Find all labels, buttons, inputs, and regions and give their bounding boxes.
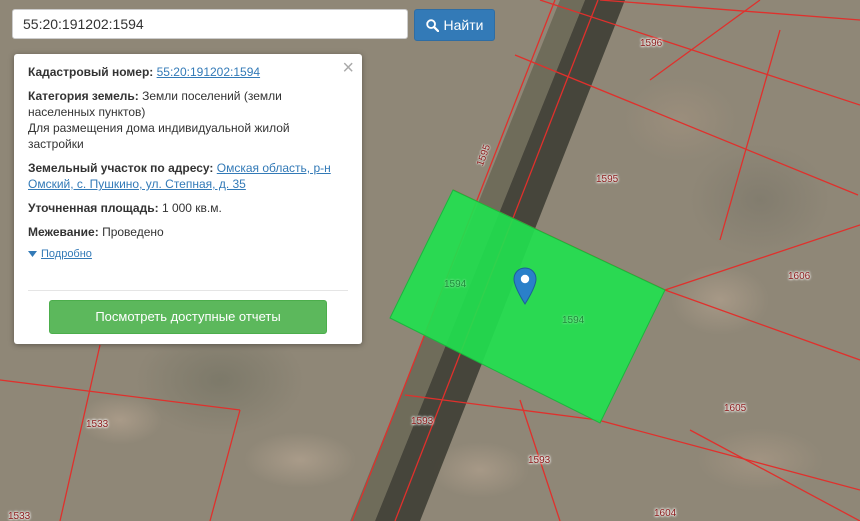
search-button-label: Найти [443, 17, 484, 33]
parcel-label: 1593 [528, 455, 551, 466]
popup-divider [28, 290, 348, 291]
cadastral-row: Кадастровый номер: 55:20:191202:1594 [28, 64, 348, 80]
more-details-toggle[interactable]: Подробно [28, 246, 348, 262]
parcel-label: 1595 [596, 174, 619, 185]
map-view[interactable]: 1596 1595 1595 1594 1594 1606 1605 1593 … [0, 0, 860, 521]
more-details-label: Подробно [41, 248, 92, 260]
area-value: 1 000 кв.м. [161, 201, 222, 215]
parcel-label: 1596 [640, 38, 663, 49]
parcel-label: 1606 [788, 271, 811, 282]
address-label: Земельный участок по адресу: [28, 161, 214, 175]
search-icon [425, 18, 439, 32]
map-marker-icon[interactable] [513, 267, 537, 305]
survey-row: Межевание: Проведено [28, 224, 348, 240]
caret-down-icon [28, 251, 37, 257]
parcel-label: 1593 [411, 416, 434, 427]
parcel-label: 1594 [562, 315, 585, 326]
address-row: Земельный участок по адресу: Омская обла… [28, 160, 348, 192]
parcel-label: 1605 [724, 403, 747, 414]
parcel-label: 1533 [86, 419, 109, 430]
search-button[interactable]: Найти [414, 9, 495, 41]
area-row: Уточненная площадь: 1 000 кв.м. [28, 200, 348, 216]
cadastral-link[interactable]: 55:20:191202:1594 [157, 65, 260, 79]
parcel-label: 1533 [8, 511, 31, 521]
parcel-label: 1594 [444, 279, 467, 290]
area-label: Уточненная площадь: [28, 201, 159, 215]
parcel-info-popup: × Кадастровый номер: 55:20:191202:1594 К… [14, 54, 362, 344]
cadastral-label: Кадастровый номер: [28, 65, 154, 79]
survey-value: Проведено [102, 225, 164, 239]
purpose-value: Для размещения дома индивидуальной жилой… [28, 121, 290, 151]
category-label: Категория земель: [28, 89, 139, 103]
survey-label: Межевание: [28, 225, 99, 239]
close-icon[interactable]: × [342, 58, 354, 78]
parcel-label: 1604 [654, 508, 677, 519]
search-input[interactable] [12, 9, 408, 39]
view-reports-button[interactable]: Посмотреть доступные отчеты [49, 300, 327, 334]
category-row: Категория земель: Земли поселений (земли… [28, 88, 348, 152]
